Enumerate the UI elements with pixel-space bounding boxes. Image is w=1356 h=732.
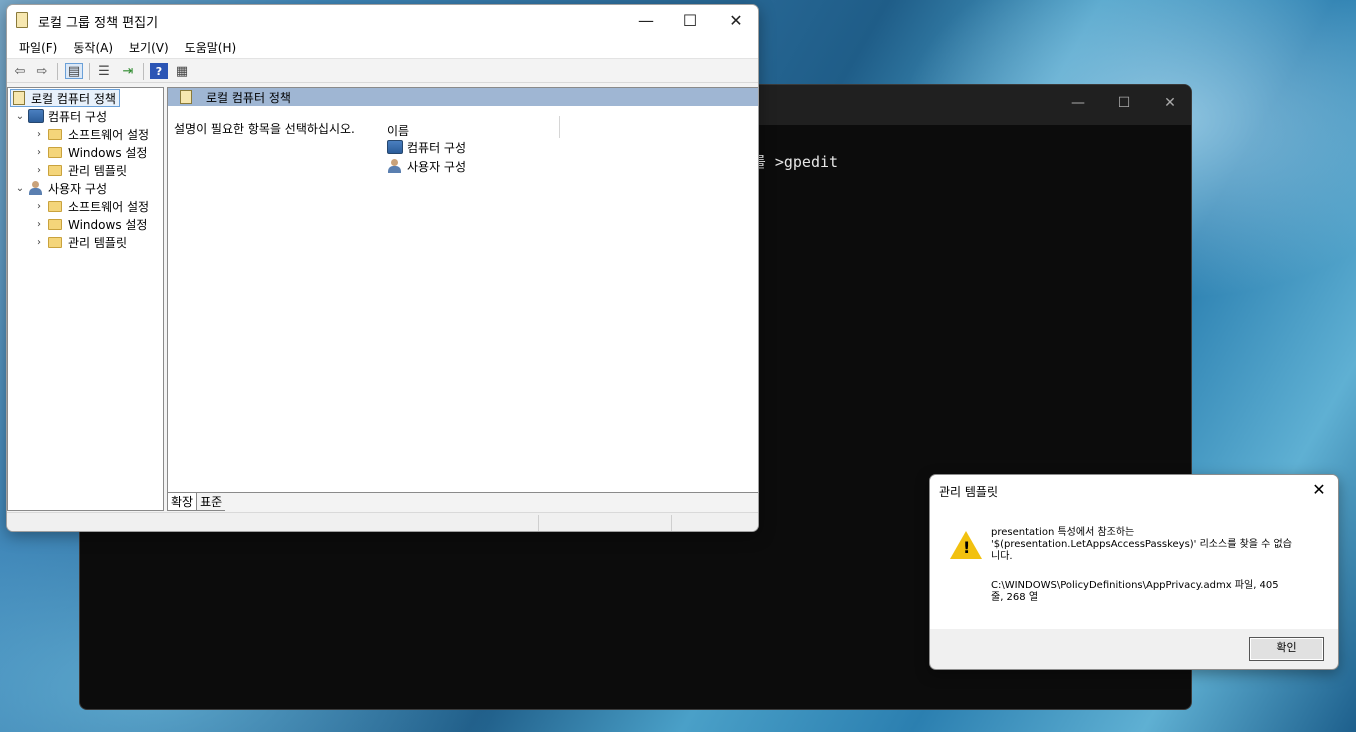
folder-icon [48, 146, 62, 158]
toolbar-separator [89, 63, 90, 80]
tree-item-windows-settings[interactable]: › Windows 설정 [33, 215, 147, 233]
dialog-message: presentation 특성에서 참조하는 '$(presentation.L… [991, 527, 1321, 563]
path-line: C:\WINDOWS\PolicyDefinitions\AppPrivacy.… [991, 580, 1279, 591]
close-icon[interactable]: ✕ [714, 9, 758, 33]
folder-icon [48, 218, 62, 230]
chevron-right-icon[interactable]: › [33, 147, 45, 158]
minimize-icon[interactable]: — [1068, 95, 1088, 111]
user-icon [28, 181, 44, 195]
tab-extended[interactable]: 확장 [167, 493, 198, 511]
path-line: 줄, 268 열 [991, 592, 1039, 603]
tree-item-label: Windows 설정 [68, 145, 148, 160]
close-icon[interactable]: ✕ [1160, 95, 1180, 111]
status-divider [538, 515, 539, 531]
folder-icon [48, 164, 62, 176]
status-bar [7, 512, 758, 531]
chevron-right-icon[interactable]: › [33, 237, 45, 248]
user-icon [387, 159, 403, 173]
tree-item-computer-config[interactable]: ⌄ 컴퓨터 구성 [14, 107, 107, 125]
message-line: '$(presentation.LetAppsAccessPasskeys)' … [991, 539, 1292, 550]
error-dialog[interactable]: 관리 템플릿 ✕ ! presentation 특성에서 참조하는 '$(pre… [929, 474, 1339, 670]
policy-document-icon [180, 90, 192, 104]
list-item[interactable]: 사용자 구성 [385, 157, 466, 175]
description-text: 설명이 필요한 항목을 선택하십시오. [174, 122, 355, 136]
message-line: presentation 특성에서 참조하는 [991, 527, 1135, 538]
chevron-down-icon[interactable]: ⌄ [14, 111, 26, 122]
message-line: 니다. [991, 551, 1013, 562]
folder-icon [48, 236, 62, 248]
tree-item-label: Windows 설정 [68, 217, 148, 232]
console-tree[interactable]: 로컬 컴퓨터 정책 ⌄ 컴퓨터 구성 › 소프트웨어 설정 › Windows … [7, 87, 164, 511]
menu-action[interactable]: 동작(A) [65, 35, 121, 58]
maximize-icon[interactable]: ☐ [668, 9, 712, 33]
policy-document-icon [13, 91, 25, 105]
dialog-titlebar[interactable]: 관리 템플릿 ✕ [930, 475, 1338, 505]
tree-item-label: 소프트웨어 설정 [68, 127, 150, 142]
properties-icon[interactable]: ☰ [95, 63, 113, 79]
folder-icon [48, 128, 62, 140]
tree-item-label: 사용자 구성 [48, 181, 108, 196]
gpe-titlebar[interactable]: 로컬 그룹 정책 편집기 — ☐ ✕ [7, 5, 758, 35]
tree-item-software-settings[interactable]: › 소프트웨어 설정 [33, 197, 149, 215]
toolbar-separator [57, 63, 58, 80]
tree-item-admin-templates[interactable]: › 관리 템플릿 [33, 233, 127, 251]
chevron-down-icon[interactable]: ⌄ [14, 183, 26, 194]
tree-item-label: 컴퓨터 구성 [48, 109, 108, 124]
policy-document-icon [16, 12, 28, 28]
tab-standard[interactable]: 표준 [197, 493, 226, 511]
toolbar-separator [143, 63, 144, 80]
tree-item-label: 관리 템플릿 [68, 163, 128, 178]
toolbar: ⇦ ⇨ ▤ ☰ ⇥ ? ▦ [7, 59, 758, 83]
tree-item-label: 소프트웨어 설정 [68, 199, 150, 214]
terminal-command-line: 를 >gpedit [752, 153, 839, 171]
tree-item-label: 로컬 컴퓨터 정책 [31, 91, 116, 106]
menu-help[interactable]: 도움말(H) [177, 35, 245, 58]
dialog-title: 관리 템플릿 [939, 485, 999, 499]
tree-item-windows-settings[interactable]: › Windows 설정 [33, 143, 147, 161]
show-hide-console-tree-icon[interactable]: ▤ [65, 63, 83, 79]
chevron-right-icon[interactable]: › [33, 201, 45, 212]
tree-item-software-settings[interactable]: › 소프트웨어 설정 [33, 125, 149, 143]
details-header: 로컬 컴퓨터 정책 [168, 88, 758, 106]
dialog-body: ! presentation 특성에서 참조하는 '$(presentation… [930, 505, 1338, 629]
menu-view[interactable]: 보기(V) [121, 35, 177, 58]
column-header-name[interactable]: 이름 [387, 122, 409, 139]
tree-item-user-config[interactable]: ⌄ 사용자 구성 [14, 179, 107, 197]
column-separator[interactable] [559, 116, 560, 138]
list-item-label: 사용자 구성 [407, 159, 467, 174]
status-divider [671, 515, 672, 531]
dialog-path-message: C:\WINDOWS\PolicyDefinitions\AppPrivacy.… [991, 580, 1321, 604]
back-arrow-icon[interactable]: ⇦ [11, 63, 29, 79]
list-item[interactable]: 컴퓨터 구성 [385, 138, 466, 156]
chevron-right-icon[interactable]: › [33, 219, 45, 230]
details-header-title: 로컬 컴퓨터 정책 [206, 90, 291, 105]
help-icon[interactable]: ? [150, 63, 168, 79]
computer-icon [28, 109, 44, 123]
folder-icon [48, 200, 62, 212]
group-policy-editor-window[interactable]: 로컬 그룹 정책 편집기 — ☐ ✕ 파일(F) 동작(A) 보기(V) 도움말… [6, 4, 759, 532]
computer-icon [387, 140, 403, 154]
tree-item-label: 관리 템플릿 [68, 235, 128, 250]
close-icon[interactable]: ✕ [1306, 477, 1332, 503]
menu-file[interactable]: 파일(F) [11, 35, 65, 58]
ok-button[interactable]: 확인 [1249, 637, 1324, 661]
chevron-right-icon[interactable]: › [33, 129, 45, 140]
view-pane-icon[interactable]: ▦ [173, 63, 191, 79]
minimize-icon[interactable]: — [624, 9, 668, 33]
tree-item-admin-templates[interactable]: › 관리 템플릿 [33, 161, 127, 179]
window-title: 로컬 그룹 정책 편집기 [38, 16, 159, 31]
export-list-icon[interactable]: ⇥ [119, 63, 137, 79]
details-pane[interactable]: 로컬 컴퓨터 정책 설명이 필요한 항목을 선택하십시오. 이름 컴퓨터 구성 … [167, 87, 758, 493]
menu-bar: 파일(F) 동작(A) 보기(V) 도움말(H) [7, 35, 758, 59]
tree-item-local-computer-policy[interactable]: 로컬 컴퓨터 정책 [10, 89, 120, 107]
list-item-label: 컴퓨터 구성 [407, 140, 467, 155]
maximize-icon[interactable]: ☐ [1114, 95, 1134, 111]
chevron-right-icon[interactable]: › [33, 165, 45, 176]
forward-arrow-icon[interactable]: ⇨ [33, 63, 51, 79]
warning-exclamation: ! [963, 538, 971, 557]
view-tabs: 확장 표준 [167, 493, 226, 511]
